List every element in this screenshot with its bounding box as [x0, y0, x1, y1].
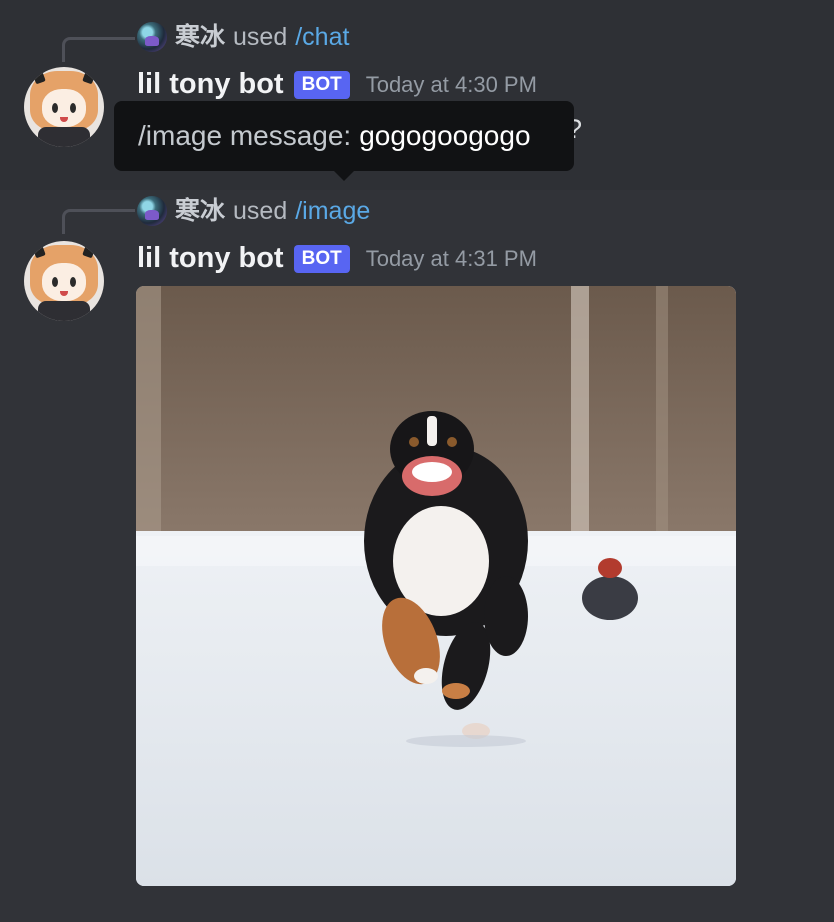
tooltip-arrow — [334, 171, 354, 181]
command-tooltip: /image message: gogogoogogo — [114, 101, 574, 171]
author-name[interactable]: lil tony bot — [137, 68, 284, 101]
chat-channel: 寒冰 used /chat lil tony bot BOT Today at … — [0, 0, 834, 922]
dog-in-snow-image — [136, 286, 736, 886]
reply-username[interactable]: 寒冰 — [175, 196, 225, 226]
image-attachment[interactable] — [136, 286, 736, 886]
message-timestamp[interactable]: Today at 4:31 PM — [366, 246, 537, 272]
user-avatar-icon[interactable] — [137, 196, 167, 226]
tooltip-label: /image message: — [138, 120, 352, 151]
reply-spine — [62, 209, 135, 234]
bot-badge: BOT — [293, 244, 350, 273]
bot-badge: BOT — [293, 70, 350, 99]
user-avatar-icon[interactable] — [137, 22, 167, 52]
reply-spine — [62, 37, 135, 62]
command-reply-line[interactable]: 寒冰 used /chat — [137, 22, 349, 52]
tooltip-value: gogogoogogo — [359, 120, 531, 151]
reply-command-link[interactable]: /image — [295, 196, 370, 226]
author-name[interactable]: lil tony bot — [137, 242, 284, 275]
reply-username[interactable]: 寒冰 — [175, 22, 225, 52]
reply-used-text: used — [233, 197, 288, 225]
command-reply-line[interactable]: 寒冰 used /image — [137, 196, 370, 226]
message-header: lil tony bot BOT Today at 4:30 PM — [137, 68, 537, 101]
bot-avatar-icon[interactable] — [24, 241, 104, 321]
reply-command-link[interactable]: /chat — [295, 22, 349, 52]
message-timestamp[interactable]: Today at 4:30 PM — [366, 72, 537, 98]
message-header: lil tony bot BOT Today at 4:31 PM — [137, 242, 537, 275]
bot-avatar-icon[interactable] — [24, 67, 104, 147]
reply-used-text: used — [233, 23, 288, 51]
